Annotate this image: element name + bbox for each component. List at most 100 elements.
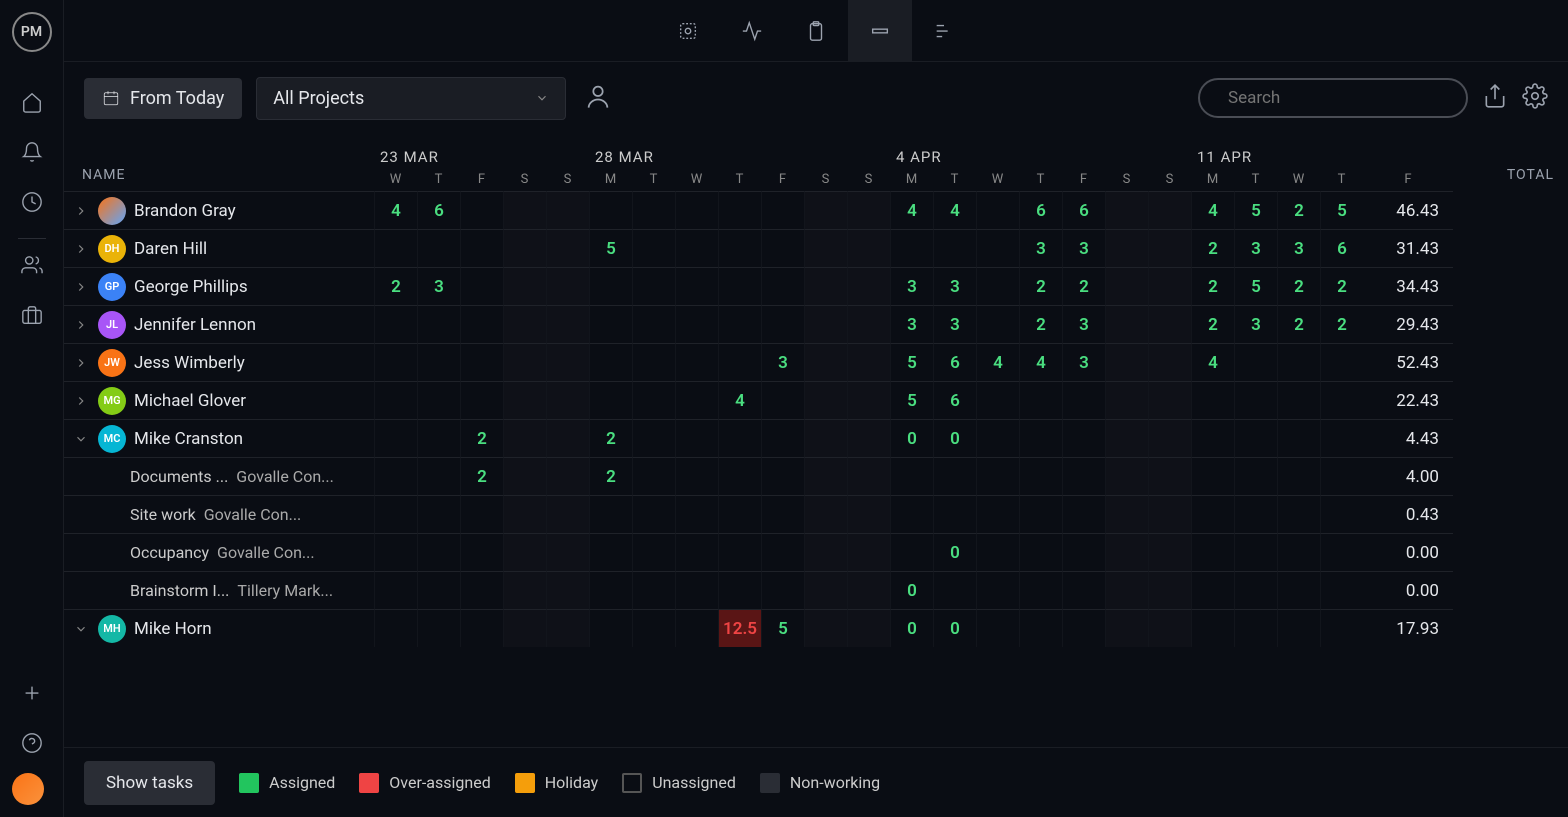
workload-cell[interactable] [546,495,589,533]
gantt-tab-icon[interactable] [912,0,976,62]
workload-cell[interactable] [1148,419,1191,457]
workload-cell[interactable] [976,609,1019,647]
workload-cell[interactable] [1277,419,1320,457]
workload-cell[interactable] [675,571,718,609]
workload-cell[interactable]: 0 [890,609,933,647]
workload-cell[interactable] [374,343,417,381]
workload-cell[interactable] [1191,419,1234,457]
workload-cell[interactable] [503,533,546,571]
user-avatar[interactable] [12,773,44,805]
workload-cell[interactable] [1148,495,1191,533]
workload-cell[interactable] [589,381,632,419]
workload-cell[interactable]: 6 [1320,229,1363,267]
workload-cell[interactable] [546,343,589,381]
workload-cell[interactable] [632,267,675,305]
workload-cell[interactable] [1191,533,1234,571]
workload-cell[interactable] [1105,267,1148,305]
search-input[interactable] [1228,88,1450,108]
workload-cell[interactable] [1320,609,1363,647]
workload-cell[interactable] [1234,609,1277,647]
workload-cell[interactable] [1277,457,1320,495]
workload-cell[interactable] [632,191,675,229]
workload-cell[interactable] [933,495,976,533]
workload-cell[interactable] [1191,457,1234,495]
workload-cell[interactable] [1148,609,1191,647]
workload-cell[interactable] [589,495,632,533]
workload-cell[interactable]: 3 [1019,229,1062,267]
workload-cell[interactable] [632,571,675,609]
workload-cell[interactable] [503,267,546,305]
home-icon[interactable] [12,82,52,122]
workload-cell[interactable] [675,419,718,457]
workload-cell[interactable] [460,571,503,609]
activity-tab-icon[interactable] [720,0,784,62]
workload-cell[interactable] [417,571,460,609]
workload-cell[interactable] [417,609,460,647]
show-tasks-button[interactable]: Show tasks [84,761,215,805]
person-row[interactable]: MGMichael Glover [64,381,374,419]
workload-cell[interactable] [675,305,718,343]
workload-cell[interactable] [804,609,847,647]
workload-cell[interactable]: 4 [976,343,1019,381]
workload-cell[interactable] [1105,495,1148,533]
workload-cell[interactable] [804,381,847,419]
expand-chevron-icon[interactable] [72,240,90,258]
workload-cell[interactable] [460,191,503,229]
workload-cell[interactable] [589,305,632,343]
workload-cell[interactable] [718,533,761,571]
workload-cell[interactable] [804,495,847,533]
workload-cell[interactable] [374,609,417,647]
overview-tab-icon[interactable] [656,0,720,62]
workload-cell[interactable] [460,381,503,419]
workload-cell[interactable] [1148,305,1191,343]
workload-cell[interactable]: 4 [933,191,976,229]
workload-cell[interactable] [1019,571,1062,609]
workload-cell[interactable] [718,267,761,305]
from-today-button[interactable]: From Today [84,78,242,119]
workload-cell[interactable] [976,381,1019,419]
workload-cell[interactable]: 3 [1062,343,1105,381]
workload-cell[interactable]: 6 [417,191,460,229]
workload-cell[interactable] [761,267,804,305]
workload-tab-icon[interactable] [848,0,912,62]
workload-cell[interactable] [675,457,718,495]
workload-cell[interactable]: 2 [460,419,503,457]
workload-cell[interactable] [847,419,890,457]
person-row[interactable]: DHDaren Hill [64,229,374,267]
workload-cell[interactable] [546,229,589,267]
workload-cell[interactable] [460,267,503,305]
task-row[interactable]: Site workGovalle Con... [64,495,374,533]
workload-cell[interactable]: 0 [933,533,976,571]
workload-cell[interactable] [546,571,589,609]
workload-cell[interactable] [1105,305,1148,343]
workload-cell[interactable] [589,571,632,609]
workload-cell[interactable]: 2 [1320,305,1363,343]
workload-cell[interactable] [1277,343,1320,381]
workload-cell[interactable] [675,191,718,229]
workload-cell[interactable] [847,571,890,609]
workload-cell[interactable] [417,229,460,267]
workload-cell[interactable] [374,571,417,609]
workload-cell[interactable] [718,191,761,229]
workload-cell[interactable] [632,533,675,571]
workload-cell[interactable] [976,191,1019,229]
person-row[interactable]: MHMike Horn [64,609,374,647]
workload-cell[interactable] [460,533,503,571]
workload-cell[interactable] [847,305,890,343]
workload-cell[interactable] [1320,381,1363,419]
task-row[interactable]: OccupancyGovalle Con... [64,533,374,571]
workload-cell[interactable] [1105,457,1148,495]
task-row[interactable]: Documents ...Govalle Con... [64,457,374,495]
workload-cell[interactable] [804,305,847,343]
workload-cell[interactable]: 4 [1191,191,1234,229]
workload-cell[interactable] [847,381,890,419]
workload-cell[interactable]: 4 [890,191,933,229]
workload-cell[interactable] [761,495,804,533]
workload-cell[interactable] [675,267,718,305]
workload-cell[interactable]: 6 [1019,191,1062,229]
workload-cell[interactable] [933,229,976,267]
workload-cell[interactable]: 5 [761,609,804,647]
workload-cell[interactable] [503,495,546,533]
workload-cell[interactable] [976,571,1019,609]
workload-cell[interactable] [1019,457,1062,495]
